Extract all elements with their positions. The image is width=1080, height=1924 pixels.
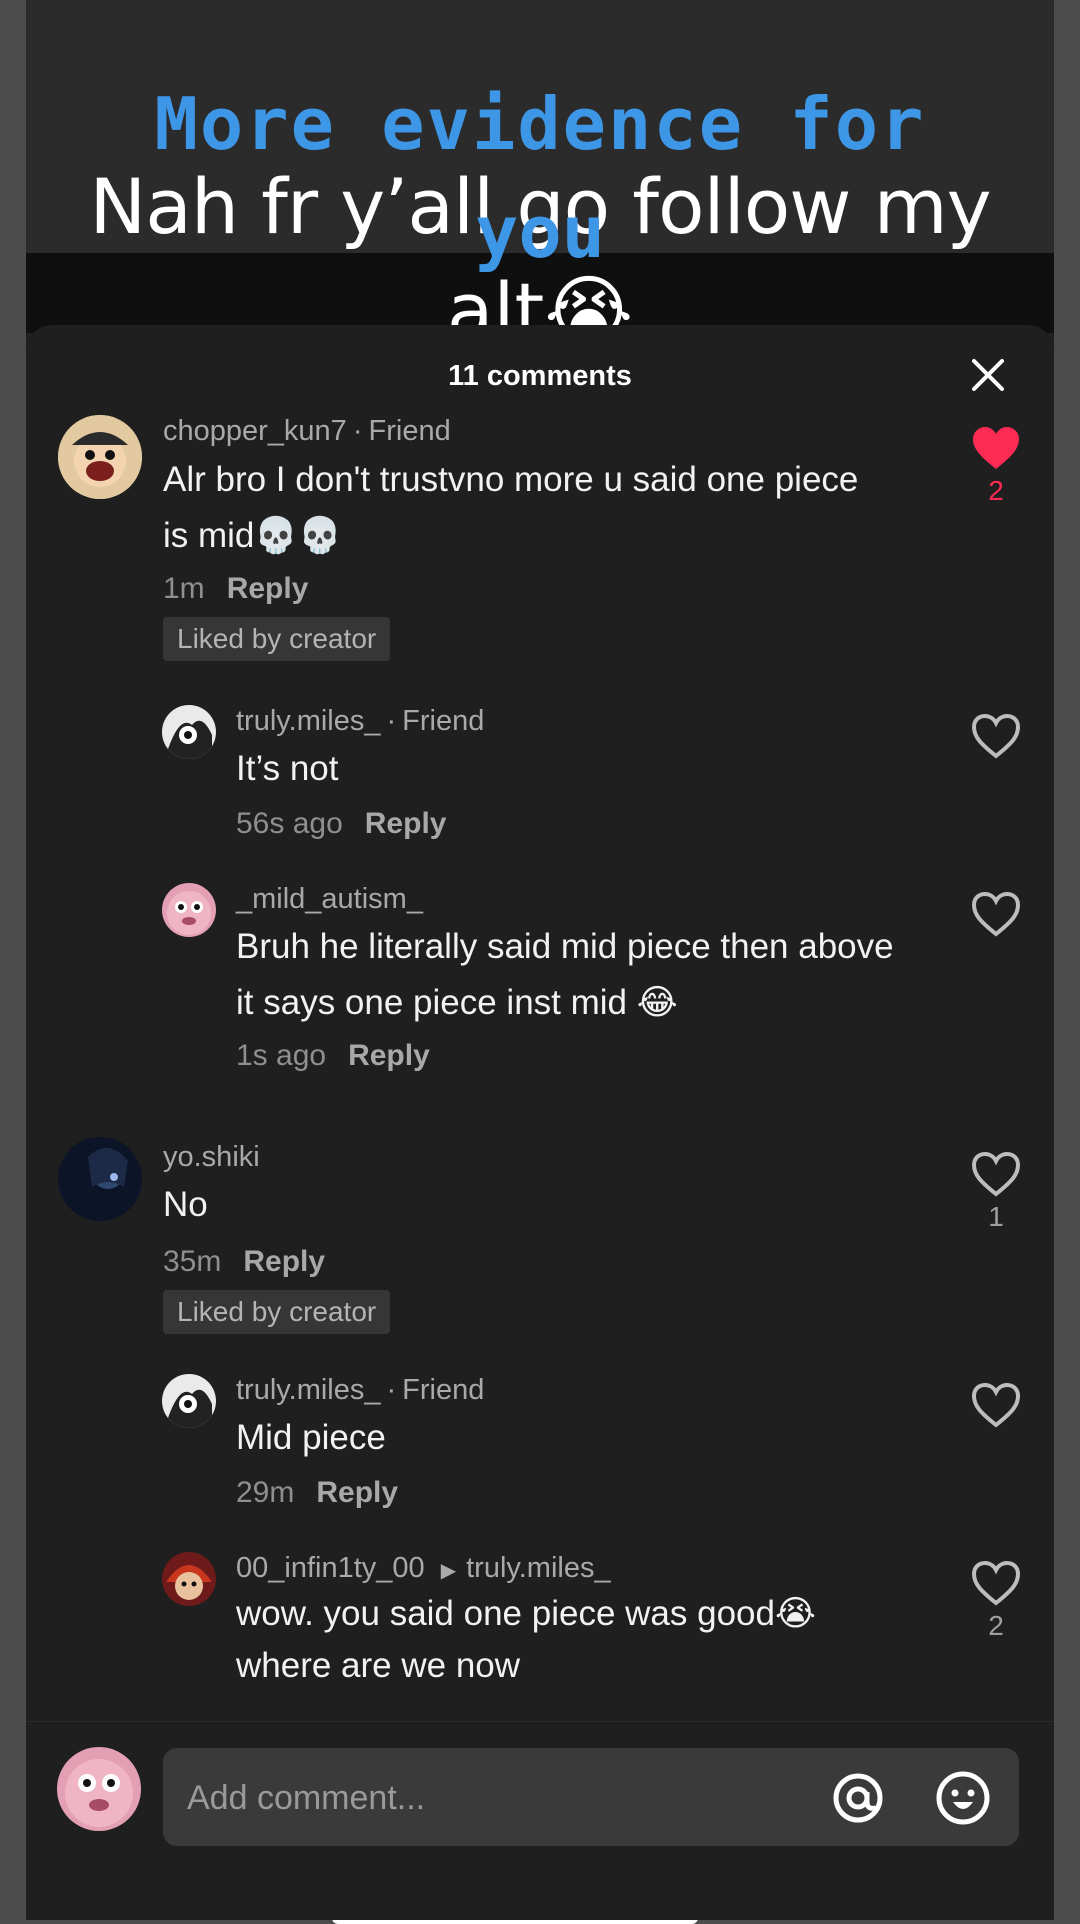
like-count: 2 xyxy=(988,475,1004,506)
emoji-icon[interactable] xyxy=(935,1770,991,1826)
comment-time: 29m xyxy=(236,1476,295,1509)
reply-button[interactable]: Reply xyxy=(227,572,309,605)
heart-outline-icon xyxy=(971,891,1021,937)
comment-time: 1s ago xyxy=(236,1039,327,1072)
avatar[interactable] xyxy=(162,1374,216,1428)
avatar[interactable] xyxy=(58,1137,142,1221)
close-icon[interactable] xyxy=(968,355,1008,395)
comment-text: Bruh he literally said mid piece then ab… xyxy=(236,927,894,1022)
video-caption-you: you xyxy=(474,190,606,274)
like-button[interactable]: 2 xyxy=(966,1560,1026,1642)
like-button[interactable] xyxy=(966,713,1026,759)
avatar[interactable] xyxy=(162,705,216,759)
like-button[interactable]: 1 xyxy=(966,1151,1026,1233)
heart-outline-icon xyxy=(971,713,1021,759)
comment-list[interactable]: chopper_kun7 · Friend Alr bro I don't trus… xyxy=(26,415,1054,1721)
add-comment-bar xyxy=(26,1721,1054,1920)
like-button[interactable]: 2 xyxy=(966,425,1026,507)
comment-time: 35m xyxy=(163,1245,222,1278)
comment-username[interactable]: _mild_autism_ xyxy=(236,883,423,915)
like-count: 1 xyxy=(988,1201,1004,1232)
comment-text: wow. you said one piece was good😭 where … xyxy=(236,1594,816,1685)
reply-button[interactable]: Reply xyxy=(365,807,447,840)
heart-outline-icon xyxy=(971,1382,1021,1428)
comment-username[interactable]: 00_infin1ty_00 xyxy=(236,1552,425,1584)
comments-sheet: 11 comments chopper_kun7 · Friend Alr br… xyxy=(26,325,1054,1920)
like-button[interactable] xyxy=(966,1382,1026,1428)
liked-by-creator-badge: Liked by creator xyxy=(163,617,391,661)
avatar[interactable] xyxy=(162,1552,216,1606)
comments-header: 11 comments xyxy=(26,325,1054,425)
reply-arrow-icon: ▶ xyxy=(440,1560,457,1582)
like-count: 2 xyxy=(988,1610,1004,1641)
heart-outline-icon xyxy=(971,1560,1021,1606)
reply-button[interactable]: Reply xyxy=(243,1245,325,1278)
comment-username[interactable]: truly.miles_ xyxy=(236,705,381,737)
like-button[interactable] xyxy=(966,891,1026,937)
friend-tag: Friend xyxy=(402,1374,485,1406)
comment-text: Alr bro I don't trustvno more u said one… xyxy=(163,460,859,555)
heart-filled-icon xyxy=(973,427,1019,469)
reply-button[interactable]: Reply xyxy=(316,1476,398,1509)
comment-username[interactable]: yo.shiki xyxy=(163,1141,260,1173)
comment-username[interactable]: chopper_kun7 xyxy=(163,415,347,447)
comment-count: 11 comments xyxy=(448,360,632,392)
friend-tag: Friend xyxy=(402,705,485,737)
at-icon[interactable] xyxy=(830,1770,886,1826)
app-frame: More evidence for Nah fr y’all go follow… xyxy=(26,0,1054,1920)
heart-outline-icon xyxy=(971,1151,1021,1197)
reply-to-username[interactable]: truly.miles_ xyxy=(466,1552,611,1584)
friend-tag: Friend xyxy=(368,415,451,447)
video-caption-blue: More evidence for xyxy=(154,82,926,166)
reply-button[interactable]: Reply xyxy=(348,1039,430,1072)
comment-username[interactable]: truly.miles_ xyxy=(236,1374,381,1406)
comment-time: 56s ago xyxy=(236,807,343,840)
comment-input-box xyxy=(163,1748,1019,1848)
comment-input[interactable] xyxy=(185,1748,789,1848)
comment-text: No xyxy=(163,1185,208,1224)
comment-time: 1m xyxy=(163,572,205,605)
avatar[interactable] xyxy=(58,415,142,499)
comment-text: Mid piece xyxy=(236,1418,386,1457)
liked-by-creator-badge: Liked by creator xyxy=(163,1290,391,1334)
avatar[interactable] xyxy=(162,883,216,937)
comment-text: It’s not xyxy=(236,749,339,788)
my-avatar[interactable] xyxy=(57,1747,141,1831)
